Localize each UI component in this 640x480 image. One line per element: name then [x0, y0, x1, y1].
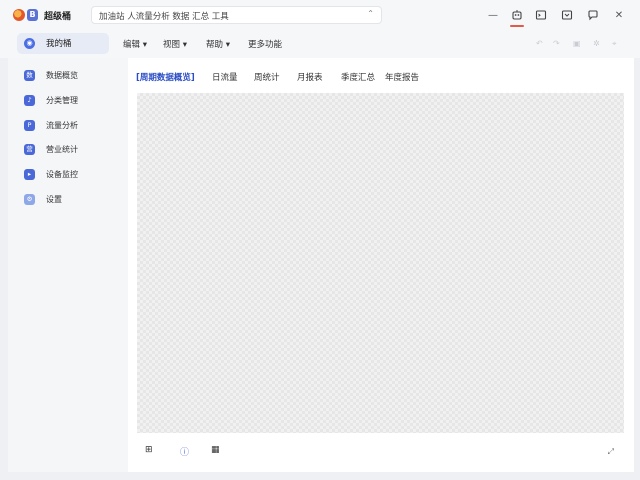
sidebar-item-label: 数据概览 — [46, 70, 78, 80]
sidebar-item-business[interactable]: 营 营业统计 — [24, 142, 78, 156]
music-icon: ♪ — [24, 94, 35, 106]
tab-weekly[interactable]: 周统计 — [254, 71, 280, 83]
sidebar-item-label: 设置 — [46, 194, 62, 204]
minimize-button[interactable]: — — [486, 8, 500, 22]
chat-icon — [588, 10, 598, 21]
business-icon: 营 — [24, 143, 35, 155]
sidebar-item-devices[interactable]: ▸ 设备监控 — [24, 167, 78, 181]
home-tab[interactable]: ◉ 我的桶 — [17, 33, 109, 54]
parking-icon: P — [24, 119, 35, 131]
active-tool-indicator — [510, 25, 524, 27]
title-bar: B 超级桶 加油站 人流量分析 数据 汇总 工具 ⌃ — ✕ — [0, 0, 640, 30]
home-tab-label: 我的桶 — [46, 39, 72, 49]
sidebar-item-overview[interactable]: 数 数据概览 — [24, 68, 78, 82]
menu-edit[interactable]: 编辑 ▾ — [123, 38, 147, 50]
overview-icon: 数 — [24, 69, 35, 81]
home-tab-icon: ◉ — [24, 38, 35, 49]
menu-view[interactable]: 视图 ▾ — [163, 38, 187, 50]
main-panel: [周期数据概览] 日流量 周统计 月报表 季度汇总 年度报告 ⊞ ⓘ ▦ ⤢ — [128, 58, 634, 472]
save-icon[interactable]: ▣ — [573, 39, 582, 48]
close-icon: ✕ — [614, 9, 624, 21]
table-button[interactable]: ▦ — [211, 445, 220, 455]
app-title: 超级桶 — [44, 12, 72, 22]
grid-button[interactable]: ⊞ — [145, 445, 153, 455]
terminal-icon — [535, 10, 547, 20]
tab-daily[interactable]: 日流量 — [212, 71, 238, 83]
sidebar-item-traffic[interactable]: P 流量分析 — [24, 118, 78, 132]
app-logo-icon — [13, 9, 25, 21]
menu-help[interactable]: 帮助 ▾ — [206, 38, 230, 50]
grid-icon: ⊞ — [145, 445, 153, 455]
play-icon: ▸ — [24, 168, 35, 180]
sidebar-item-settings[interactable]: ⚙ 设置 — [24, 192, 62, 206]
terminal-button[interactable] — [534, 8, 548, 22]
robot-icon — [512, 10, 522, 20]
chat-button[interactable] — [586, 8, 600, 22]
menu-more[interactable]: 更多功能 — [248, 38, 282, 50]
content-canvas[interactable] — [137, 93, 624, 433]
robot-button[interactable] — [510, 8, 524, 22]
tab-annual[interactable]: 年度报告 — [385, 71, 419, 83]
sidebar-item-label: 分类管理 — [46, 95, 78, 105]
tab-quarterly[interactable]: 季度汇总 — [341, 71, 375, 83]
window-icon — [561, 10, 573, 20]
pin-icon[interactable]: ⌖ — [612, 39, 621, 48]
redo-icon[interactable]: ↷ — [553, 39, 562, 48]
minimize-icon: — — [488, 9, 498, 21]
info-icon: ⓘ — [180, 448, 190, 458]
sidebar-item-label: 营业统计 — [46, 144, 78, 154]
sidebar-item-label: 流量分析 — [46, 120, 78, 130]
search-chevron-icon[interactable]: ⌃ — [367, 9, 374, 18]
sidebar-item-category[interactable]: ♪ 分类管理 — [24, 93, 78, 107]
info-button[interactable]: ⓘ — [180, 445, 189, 458]
app-secondary-logo-icon: B — [27, 9, 38, 21]
close-button[interactable]: ✕ — [612, 8, 626, 22]
undo-icon[interactable]: ↶ — [536, 39, 545, 48]
menu-bar: ◉ 我的桶 编辑 ▾ 视图 ▾ 帮助 ▾ 更多功能 ↶ ↷ ▣ ✲ ⌖ — [0, 30, 640, 58]
gear-icon: ⚙ — [24, 193, 35, 205]
table-icon: ▦ — [211, 445, 220, 455]
expand-icon[interactable]: ⤢ — [608, 447, 614, 457]
bottom-toolbar: ⊞ ⓘ ▦ ⤢ — [137, 439, 624, 463]
search-query-text: 加油站 人流量分析 数据 汇总 工具 — [99, 12, 229, 22]
settings-icon[interactable]: ✲ — [593, 39, 602, 48]
sidebar: 数 数据概览 ♪ 分类管理 P 流量分析 营 营业统计 ▸ 设备监控 ⚙ 设置 — [8, 58, 128, 472]
tab-overview[interactable]: [周期数据概览] — [136, 71, 195, 83]
tab-monthly[interactable]: 月报表 — [297, 71, 323, 83]
sidebar-item-label: 设备监控 — [46, 169, 78, 179]
window-button[interactable] — [560, 8, 574, 22]
search-input[interactable]: 加油站 人流量分析 数据 汇总 工具 ⌃ — [91, 6, 382, 24]
